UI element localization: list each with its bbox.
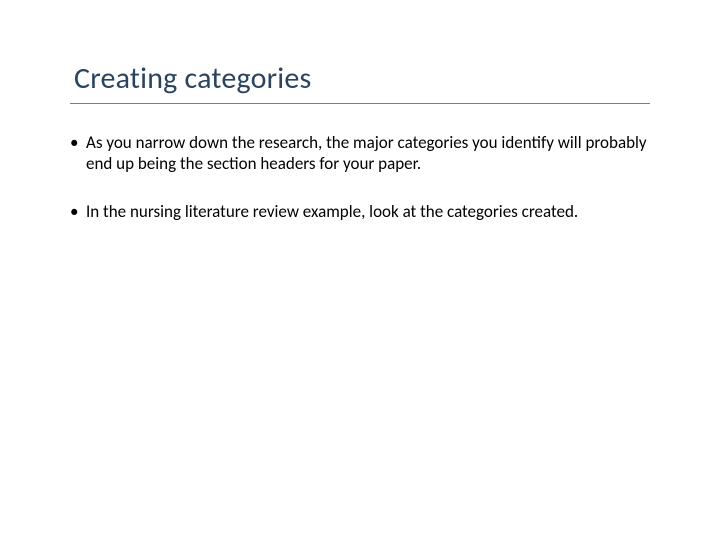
bullet-list: As you narrow down the research, the maj… <box>70 132 650 222</box>
bullet-item: In the nursing literature review example… <box>70 201 650 222</box>
slide: Creating categories As you narrow down t… <box>0 0 720 540</box>
bullet-item: As you narrow down the research, the maj… <box>70 132 650 175</box>
title-divider <box>70 103 650 104</box>
slide-title: Creating categories <box>74 60 650 97</box>
